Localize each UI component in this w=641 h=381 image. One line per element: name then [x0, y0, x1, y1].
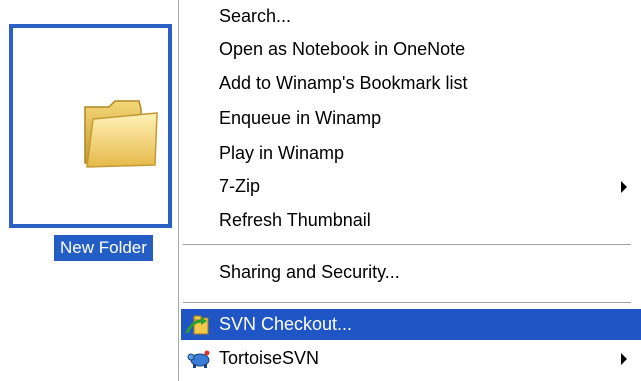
menu-separator [183, 302, 631, 303]
menu-item-label: Open as Notebook in OneNote [219, 39, 466, 59]
tortoisesvn-icon [187, 350, 210, 368]
menu-item-refresh-thumbnail[interactable]: Refresh Thumbnail [181, 205, 641, 236]
menu-item-label: Add to Winamp's Bookmark list [219, 73, 468, 93]
menu-separator [183, 244, 631, 245]
folder-name-label[interactable]: New Folder [54, 235, 153, 261]
submenu-arrow-icon [621, 353, 627, 365]
desktop: New Folder Search... Open as Notebook in… [0, 0, 641, 381]
context-menu: Search... Open as Notebook in OneNote Ad… [178, 0, 641, 381]
menu-item-label: 7-Zip [219, 176, 261, 196]
menu-item-label: TortoiseSVN [219, 348, 320, 368]
menu-item-winamp-bookmark[interactable]: Add to Winamp's Bookmark list [181, 68, 641, 99]
menu-item-enqueue-winamp[interactable]: Enqueue in Winamp [181, 103, 641, 134]
folder-thumbnail[interactable] [9, 24, 172, 228]
menu-item-svn-checkout[interactable]: SVN Checkout... [181, 309, 641, 340]
menu-item-label: Sharing and Security... [219, 262, 400, 282]
menu-item-7zip[interactable]: 7-Zip [181, 171, 641, 202]
svn-checkout-icon [185, 315, 209, 335]
submenu-arrow-icon [621, 181, 627, 193]
menu-item-label: Play in Winamp [219, 143, 345, 163]
menu-item-label: Refresh Thumbnail [219, 210, 371, 230]
menu-item-sharing-security[interactable]: Sharing and Security... [181, 257, 641, 288]
menu-item-tortoisesvn[interactable]: TortoiseSVN [181, 343, 641, 374]
menu-item-search[interactable]: Search... [181, 1, 641, 32]
menu-item-label: Search... [219, 6, 292, 26]
menu-item-play-winamp[interactable]: Play in Winamp [181, 138, 641, 169]
folder-icon [84, 100, 158, 168]
menu-item-label: Enqueue in Winamp [219, 108, 382, 128]
menu-item-open-onenote[interactable]: Open as Notebook in OneNote [181, 34, 641, 65]
menu-item-label: SVN Checkout... [219, 314, 353, 334]
